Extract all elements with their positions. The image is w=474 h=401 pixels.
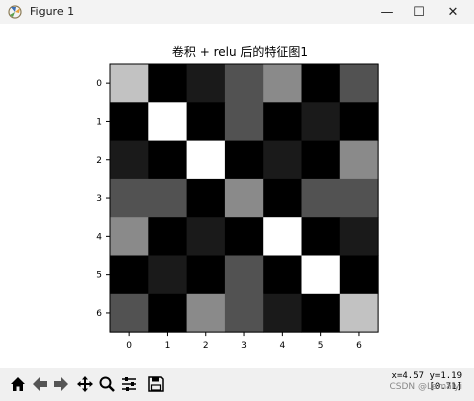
home-icon[interactable] (8, 373, 28, 395)
heatmap-cell-6-3 (224, 293, 264, 333)
heatmap-cell-5-6 (339, 255, 379, 295)
x-tick-label-4: 4 (279, 341, 285, 351)
heatmap-cell-2-0 (110, 140, 149, 180)
heatmap-cell-4-3 (224, 217, 264, 256)
x-tick-label-3: 3 (241, 341, 247, 351)
x-tick-label-6: 6 (356, 341, 362, 351)
heatmap-cell-5-5 (301, 255, 341, 295)
figure-window: Figure 1 — ☐ ✕ 卷积 + relu 后的特征图1 0 1 2 3 4 5 6 … (0, 0, 474, 401)
heatmap-cell-3-3 (224, 178, 264, 218)
heatmap-cell-1-4 (263, 102, 302, 142)
heatmap-cell-3-2 (186, 178, 226, 218)
heatmap-cell-5-4 (263, 255, 302, 295)
heatmap-chart[interactable]: 卷积 + relu 后的特征图1 0 1 2 3 4 5 6 0 1 2 3 4 5 6 (0, 24, 474, 368)
heatmap-cell-4-0 (110, 217, 149, 256)
y-tick-label-5: 5 (96, 271, 102, 281)
heatmap-cell-0-4 (263, 64, 302, 103)
chart-title: 卷积 + relu 后的特征图1 (172, 44, 308, 59)
heatmap-cell-1-2 (186, 102, 226, 142)
x-tick-label-1: 1 (165, 341, 171, 351)
heatmap-cell-2-6 (339, 140, 379, 180)
heatmap-cell-1-0 (110, 102, 149, 142)
heatmap-cell-4-2 (186, 217, 226, 256)
zoom-rect-icon[interactable] (97, 373, 117, 395)
coords-xy: x=4.57 y=1.19 (391, 371, 462, 381)
y-tick-label-0: 0 (96, 79, 102, 89)
heatmap-cell-6-5 (301, 293, 341, 333)
title-bar[interactable]: Figure 1 — ☐ ✕ (0, 0, 474, 24)
heatmap-cell-6-6 (339, 293, 379, 333)
heatmap-cell-1-3 (224, 102, 264, 142)
y-tick-label-6: 6 (96, 309, 102, 319)
x-tick-label-5: 5 (318, 341, 324, 351)
heatmap-cell-0-1 (148, 64, 188, 103)
navigation-toolbar: x=4.57 y=1.19 [0.71] CSDN @Lemalyi (0, 368, 474, 401)
heatmap-cell-1-5 (301, 102, 341, 142)
heatmap-cell-4-1 (148, 217, 188, 256)
heatmap-cell-4-5 (301, 217, 341, 256)
window-title: Figure 1 (30, 5, 75, 18)
heatmap-cell-4-6 (339, 217, 379, 256)
back-arrow-icon[interactable] (30, 373, 50, 395)
heatmap-cell-1-1 (148, 102, 188, 142)
heatmap-cell-3-4 (263, 178, 302, 218)
y-tick-label-3: 3 (96, 194, 102, 204)
heatmap-cell-0-6 (339, 64, 379, 103)
heatmap-cell-5-0 (110, 255, 149, 295)
heatmap-cell-2-5 (301, 140, 341, 180)
heatmap-cell-0-5 (301, 64, 341, 103)
watermark-text: CSDN @Lemalyi (389, 382, 462, 392)
y-tick-label-2: 2 (96, 156, 102, 166)
heatmap-cell-5-1 (148, 255, 188, 295)
heatmap-cell-3-5 (301, 178, 341, 218)
heatmap-cell-2-1 (148, 140, 188, 180)
heatmap-cell-6-0 (110, 293, 149, 333)
heatmap-cell-1-6 (339, 102, 379, 142)
y-tick-label-4: 4 (96, 232, 102, 242)
x-tick-label-2: 2 (203, 341, 209, 351)
heatmap-cell-0-0 (110, 64, 149, 103)
y-tick-label-1: 1 (96, 117, 102, 127)
heatmap-cell-2-4 (263, 140, 302, 180)
heatmap-cell-2-2 (186, 140, 226, 180)
heatmap-cell-2-3 (224, 140, 264, 180)
heatmap-cell-3-0 (110, 178, 149, 218)
heatmap-cell-5-2 (186, 255, 226, 295)
figure-canvas[interactable]: 卷积 + relu 后的特征图1 0 1 2 3 4 5 6 0 1 2 3 4 5 6 (0, 24, 474, 368)
heatmap-cell-4-4 (263, 217, 302, 256)
save-icon[interactable] (146, 373, 166, 395)
heatmap-cell-0-2 (186, 64, 226, 103)
minimize-button[interactable]: — (370, 0, 404, 24)
heatmap-cell-5-3 (224, 255, 264, 295)
heatmap-cell-6-1 (148, 293, 188, 333)
x-tick-label-0: 0 (126, 341, 132, 351)
heatmap-cell-0-3 (224, 64, 264, 103)
heatmap-cell-3-6 (339, 178, 379, 218)
heatmap-cell-3-1 (148, 178, 188, 218)
heatmap-cell-6-4 (263, 293, 302, 333)
configure-subplots-icon[interactable] (119, 373, 139, 395)
heatmap-cell-6-2 (186, 293, 226, 333)
pan-move-icon[interactable] (75, 373, 95, 395)
matplotlib-logo-icon (7, 4, 23, 20)
close-button[interactable]: ✕ (436, 0, 470, 24)
forward-arrow-icon[interactable] (51, 373, 71, 395)
maximize-button[interactable]: ☐ (402, 0, 436, 24)
